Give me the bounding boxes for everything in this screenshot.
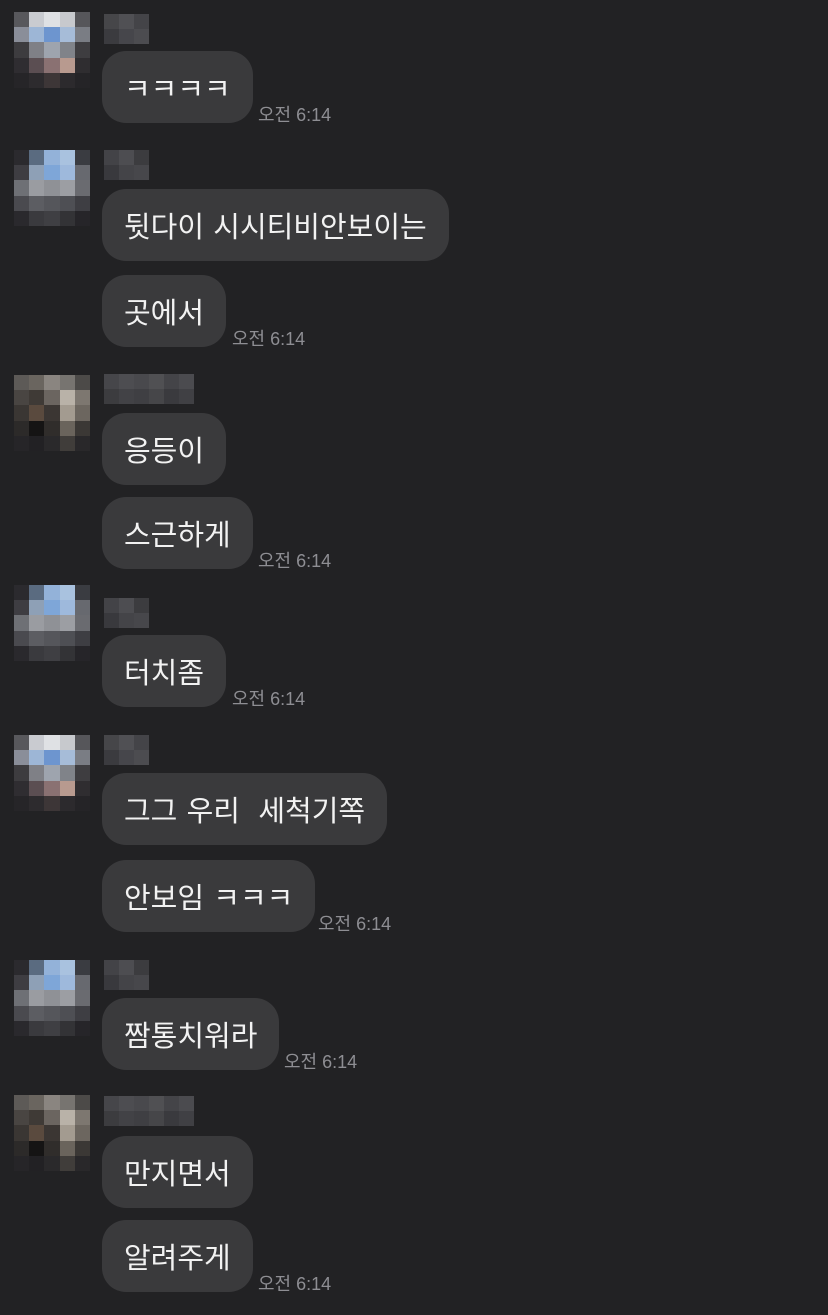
message-bubble[interactable]: 짬통치워라 — [102, 998, 280, 1070]
message-bubble[interactable]: 응등이 — [102, 413, 227, 485]
message-bubble[interactable]: 스근하게 — [102, 497, 253, 569]
message-bubble[interactable]: 곳에서 — [102, 275, 227, 347]
sender-name-redacted — [104, 150, 149, 180]
message-time: 오전 6:14 — [258, 105, 332, 125]
message-bubble[interactable]: 뒷다이 시시티비안보이는 — [102, 189, 449, 261]
sender-avatar[interactable] — [14, 960, 90, 1036]
message-time: 오전 6:14 — [284, 1052, 358, 1072]
message-bubble[interactable]: 안보임 ㅋㅋㅋ — [102, 860, 316, 932]
message-time: 오전 6:14 — [232, 689, 306, 709]
message-time: 오전 6:14 — [258, 551, 332, 571]
sender-name-redacted — [104, 735, 149, 765]
message-time: 오전 6:14 — [258, 1274, 332, 1294]
message-bubble[interactable]: 알려주게 — [102, 1220, 253, 1292]
message-bubble[interactable]: 터치좀 — [102, 635, 227, 707]
message-bubble[interactable]: 그그 우리 세척기쪽 — [102, 773, 388, 845]
sender-name-redacted — [104, 14, 149, 44]
message-time: 오전 6:14 — [232, 329, 306, 349]
sender-avatar[interactable] — [14, 735, 90, 811]
sender-avatar[interactable] — [14, 150, 90, 226]
sender-avatar[interactable] — [14, 375, 90, 451]
sender-avatar[interactable] — [14, 12, 90, 88]
message-bubble[interactable]: 만지면서 — [102, 1136, 253, 1208]
sender-avatar[interactable] — [14, 585, 90, 661]
sender-name-redacted — [104, 960, 149, 990]
message-time: 오전 6:14 — [318, 914, 392, 934]
sender-name-redacted — [104, 598, 149, 628]
message-bubble[interactable]: ㅋㅋㅋㅋ — [102, 51, 253, 123]
sender-name-redacted — [104, 374, 194, 404]
sender-avatar[interactable] — [14, 1095, 90, 1171]
sender-name-redacted — [104, 1096, 194, 1126]
